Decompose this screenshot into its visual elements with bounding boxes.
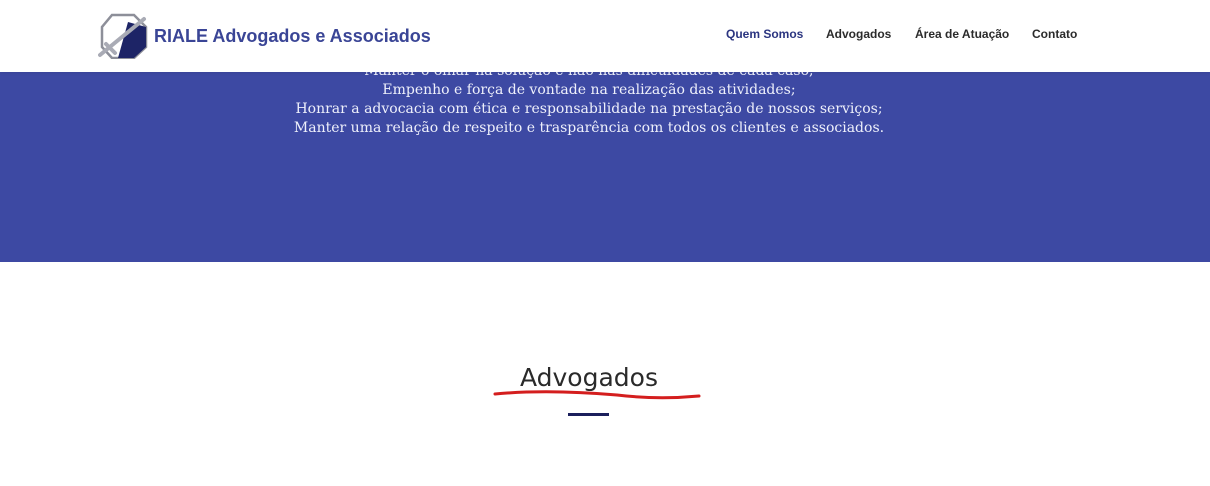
values-line: Manter uma relação de respeito e traspar… (293, 120, 885, 136)
main-nav: Quem Somos Advogados Área de Atuação Con… (0, 27, 1210, 47)
nav-item-contato[interactable]: Contato (1032, 27, 1077, 41)
nav-item-advogados[interactable]: Advogados (826, 27, 891, 41)
navbar: RIALE Advogados e Associados Quem Somos … (0, 0, 1210, 72)
nav-item-area-de-atuacao[interactable]: Área de Atuação (915, 27, 1009, 41)
nav-item-quem-somos[interactable]: Quem Somos (726, 27, 803, 41)
values-line: Empenho e força de vontade na realização… (382, 82, 796, 98)
values-list: Manter o olhar na solução e não nas difi… (0, 62, 1178, 138)
values-line: Honrar a advocacia com ética e responsab… (295, 101, 883, 117)
red-underline-annotation (493, 390, 701, 400)
title-underline (568, 413, 609, 416)
